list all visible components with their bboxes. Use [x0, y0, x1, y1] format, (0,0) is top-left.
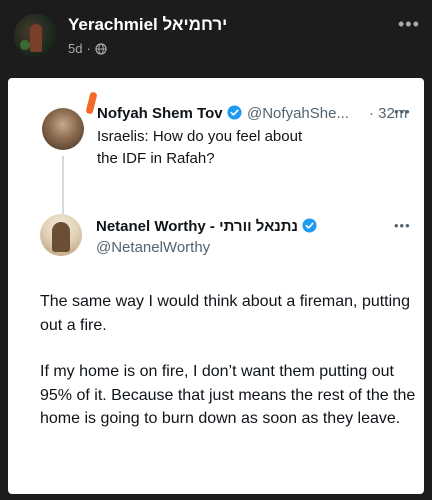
post-meta: 5d · [68, 41, 107, 56]
meta-separator: · [86, 41, 91, 56]
original-tweet-name-row: Nofyah Shem Tov [97, 105, 242, 122]
highlight-mark [85, 91, 98, 115]
more-options-icon[interactable]: ••• [398, 14, 420, 35]
reply-paragraph-2: If my home is on fire, I don’t want them… [40, 363, 416, 427]
reply-paragraph-1: The same way I would think about a firem… [40, 293, 410, 334]
author-name[interactable]: Yerachmiel ירחמיאל [68, 15, 227, 35]
avatar-figure [52, 222, 70, 252]
verified-badge-icon [227, 105, 242, 120]
more-options-icon: ••• [394, 104, 411, 119]
post-age[interactable]: 5d [68, 41, 82, 56]
avatar-accent [20, 40, 30, 50]
more-options-icon: ••• [394, 218, 411, 233]
original-tweet-handle: @NofyahShe... [247, 105, 349, 122]
time-separator: · [369, 105, 374, 122]
original-tweet-text: Israelis: How do you feel about the IDF … [97, 128, 303, 167]
reply-tweet-name-row: Netanel Worthy - נתנאל וורתי [96, 218, 317, 235]
reply-tweet-avatar [40, 214, 82, 256]
verified-badge-icon [302, 218, 317, 233]
author-avatar[interactable] [14, 14, 58, 58]
original-tweet-name: Nofyah Shem Tov [97, 105, 223, 122]
reply-tweet-handle: @NetanelWorthy [96, 239, 211, 256]
globe-icon [95, 42, 107, 55]
original-tweet-avatar [42, 108, 84, 150]
thread-connector-line [62, 156, 64, 218]
embedded-tweet-screenshot: Nofyah Shem Tov @NofyahShe... · 32m ••• … [8, 78, 424, 494]
avatar-figure [30, 24, 42, 52]
reply-tweet-name: Netanel Worthy - נתנאל וורתי [96, 218, 298, 235]
facebook-post-header: Yerachmiel ירחמיאל 5d · ••• [0, 0, 432, 78]
